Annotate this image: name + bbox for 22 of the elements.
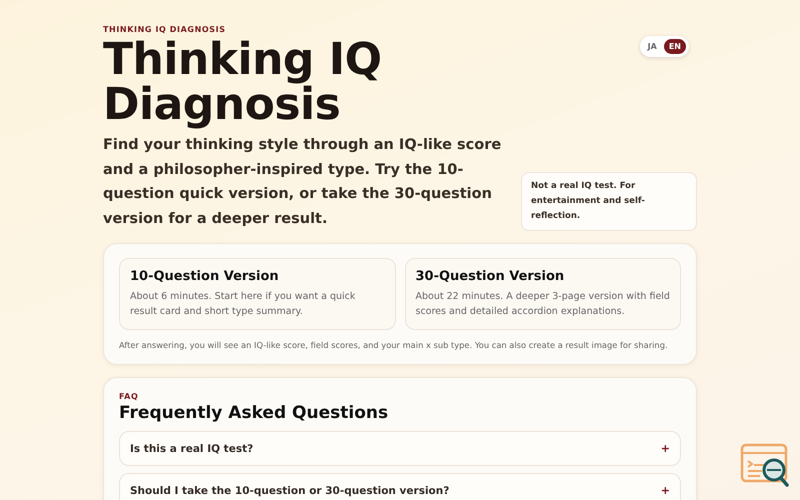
faq-item[interactable]: Is this a real IQ test? + — [119, 431, 681, 466]
card-title: 30-Question Version — [416, 269, 566, 284]
page-title: Thinking IQ Diagnosis — [103, 37, 383, 127]
faq-question: Is this a real IQ test? — [130, 442, 254, 454]
expand-toggle: + — [660, 442, 670, 455]
language-option[interactable]: JA — [642, 39, 662, 54]
faq-title: Frequently Asked Questions — [119, 403, 390, 423]
version-card[interactable]: 30-Question Version About 22 minutes. A deeper 3-page version with field scores and detailed accordion explanations. — [404, 258, 681, 330]
card-description: About 22 minutes. A deeper 3-page version with field scores and detailed accordion explanations. — [416, 290, 670, 319]
eyebrow-label: THINKING IQ DIAGNOSIS — [103, 25, 227, 34]
faq-question: Should I take the 10-question or 30-question version? — [130, 484, 450, 496]
info-text: After answering, you will see an IQ-like score, field scores, and your main x sub type. You can also create a result image for sharing. — [119, 340, 669, 350]
version-card[interactable]: 10-Question Version About 6 minutes. Start here if you want a quick result card and short type summary. — [119, 258, 396, 330]
faq-item[interactable]: Should I take the 10-question or 30-question version? + — [119, 473, 681, 500]
language-option[interactable]: EN — [664, 39, 686, 54]
lead-paragraph: Find your thinking style through an IQ-like score and a philosopher-inspired type. Try the 10-question quick version, or take the 30-question version for a deeper result. — [103, 136, 502, 228]
browser-search-icon[interactable] — [740, 443, 792, 489]
card-title: 10-Question Version — [130, 269, 280, 284]
expand-toggle: + — [660, 484, 670, 497]
faq-eyebrow: FAQ — [119, 392, 140, 401]
card-description: About 6 minutes. Start here if you want a quick result card and short type summary. — [130, 290, 356, 319]
disclaimer-note: Not a real IQ test. For entertainment and self-reflection. — [521, 172, 697, 231]
